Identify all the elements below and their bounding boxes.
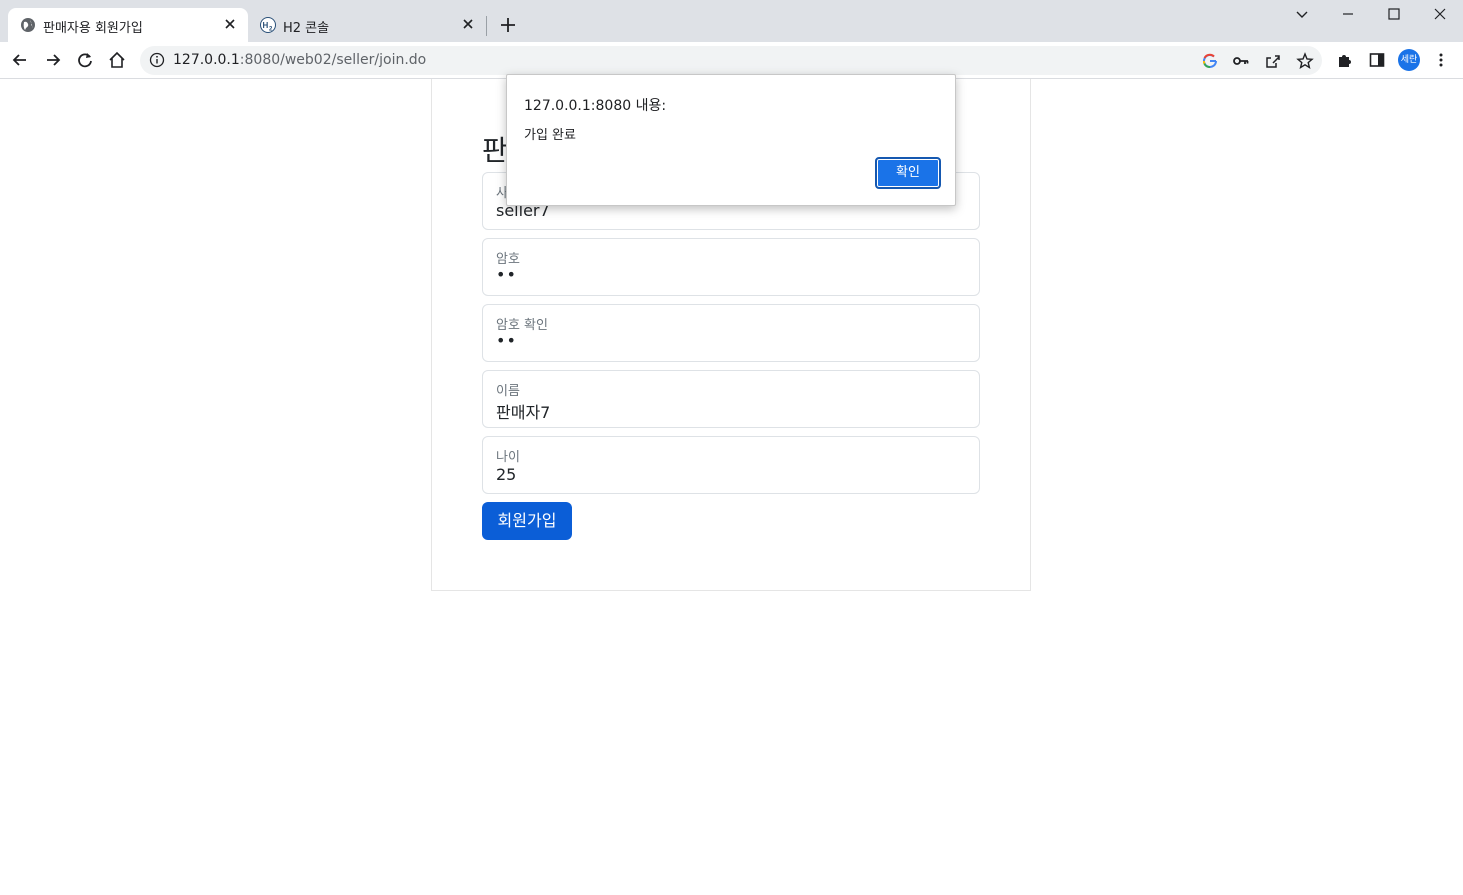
google-icon[interactable] bbox=[1201, 52, 1219, 70]
tab-seller-join[interactable]: 판매자용 회원가입 bbox=[8, 8, 248, 42]
name-field[interactable]: 이름 판매자7 bbox=[482, 370, 980, 428]
dialog-title: 127.0.0.1:8080 내용: bbox=[524, 98, 667, 114]
field-label: 이름 bbox=[496, 384, 520, 399]
globe-icon bbox=[21, 18, 35, 32]
maximize-icon[interactable] bbox=[1384, 4, 1404, 24]
tab-h2-console[interactable]: H 2 H2 콘솔 bbox=[248, 8, 486, 42]
profile-avatar[interactable]: 세란 bbox=[1398, 49, 1420, 71]
site-info-icon[interactable] bbox=[149, 52, 165, 68]
bookmark-star-icon[interactable] bbox=[1296, 52, 1314, 70]
signup-button[interactable]: 회원가입 bbox=[482, 502, 572, 540]
dialog-message: 가입 완료 bbox=[524, 128, 576, 143]
field-value[interactable]: 25 bbox=[496, 465, 516, 484]
close-tab-icon[interactable] bbox=[460, 16, 476, 32]
side-panel-icon[interactable] bbox=[1368, 51, 1386, 69]
back-arrow-icon[interactable] bbox=[10, 50, 30, 70]
url-path: :8080/web02/seller/join.do bbox=[239, 52, 427, 68]
close-tab-icon[interactable] bbox=[222, 16, 238, 32]
password-confirm-field[interactable]: 암호 확인 •• bbox=[482, 304, 980, 362]
home-icon[interactable] bbox=[107, 50, 127, 70]
tab-title: 판매자용 회원가입 bbox=[43, 21, 143, 36]
more-menu-icon[interactable] bbox=[1432, 51, 1450, 69]
tab-search-chevron-icon[interactable] bbox=[1292, 4, 1312, 24]
share-icon[interactable] bbox=[1264, 52, 1282, 70]
url-text[interactable]: 127.0.0.1:8080/web02/seller/join.do bbox=[173, 52, 426, 68]
minimize-icon[interactable] bbox=[1338, 4, 1358, 24]
address-bar[interactable]: 127.0.0.1:8080/web02/seller/join.do bbox=[140, 46, 1322, 75]
age-field[interactable]: 나이 25 bbox=[482, 436, 980, 494]
field-value[interactable]: •• bbox=[496, 331, 517, 350]
extensions-puzzle-icon[interactable] bbox=[1336, 51, 1354, 69]
svg-text:H: H bbox=[263, 21, 269, 30]
password-field[interactable]: 암호 •• bbox=[482, 238, 980, 296]
tab-title: H2 콘솔 bbox=[283, 21, 330, 36]
reload-icon[interactable] bbox=[75, 50, 95, 70]
tab-strip: 판매자용 회원가입 H 2 H2 콘솔 bbox=[0, 0, 1463, 42]
field-value[interactable]: 판매자7 bbox=[496, 399, 550, 423]
field-label: 나이 bbox=[496, 450, 520, 465]
alert-dialog: 127.0.0.1:8080 내용: 가입 완료 확인 bbox=[506, 74, 956, 206]
forward-arrow-icon[interactable] bbox=[43, 50, 63, 70]
page-title: 판 bbox=[482, 134, 508, 167]
key-icon[interactable] bbox=[1232, 52, 1250, 70]
h2-logo-icon: H 2 bbox=[260, 17, 276, 33]
new-tab-icon[interactable] bbox=[498, 15, 518, 35]
url-host: 127.0.0.1 bbox=[173, 52, 240, 68]
dialog-ok-button[interactable]: 확인 bbox=[875, 157, 941, 189]
close-window-icon[interactable] bbox=[1430, 4, 1450, 24]
field-value[interactable]: •• bbox=[496, 265, 517, 284]
tab-separator bbox=[486, 16, 487, 36]
